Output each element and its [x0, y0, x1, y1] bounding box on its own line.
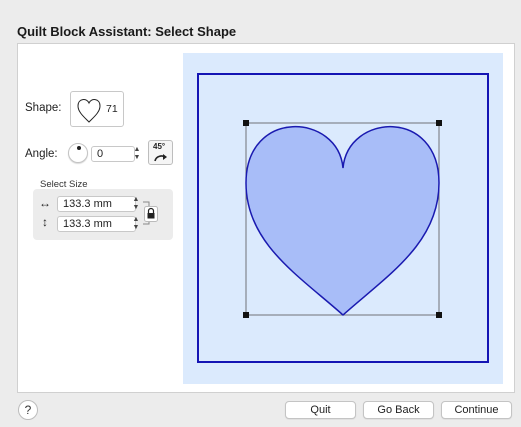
angle-dial[interactable]: [68, 143, 88, 163]
help-button[interactable]: ?: [18, 400, 38, 420]
shape-label: Shape:: [25, 102, 62, 114]
continue-button[interactable]: Continue: [441, 401, 512, 419]
heart-shape: [245, 125, 440, 317]
rotate-45-label: 45°: [153, 142, 166, 151]
angle-input[interactable]: 0: [91, 146, 135, 162]
width-stepper[interactable]: ▲ ▼: [131, 196, 141, 212]
shape-preview-canvas[interactable]: [183, 53, 503, 384]
rotate-arrow-icon: [154, 154, 167, 162]
rotate-45-button[interactable]: 45°: [148, 140, 173, 165]
preview-drawing: [197, 73, 489, 363]
resize-handle-top-right: [436, 120, 442, 126]
resize-handle-bottom-left: [243, 312, 249, 318]
heart-shape-icon: [77, 99, 101, 123]
height-arrow-icon: ↕: [42, 215, 48, 229]
quit-button[interactable]: Quit: [285, 401, 356, 419]
angle-stepper[interactable]: ▲ ▼: [132, 146, 142, 162]
stepper-up-icon[interactable]: ▲: [131, 196, 141, 204]
shape-selector-button[interactable]: 71: [70, 91, 124, 127]
height-stepper[interactable]: ▲ ▼: [131, 216, 141, 232]
options-column: Shape: 71 Angle: 0 ▲ ▼ 45° Select Size ↔…: [18, 44, 178, 392]
resize-handle-top-left: [243, 120, 249, 126]
width-input[interactable]: 133.3 mm: [57, 196, 136, 212]
stepper-down-icon[interactable]: ▼: [131, 204, 141, 212]
stepper-up-icon[interactable]: ▲: [132, 146, 142, 154]
width-arrow-icon: ↔: [39, 196, 51, 210]
lock-icon: [144, 206, 158, 222]
stepper-up-icon[interactable]: ▲: [131, 216, 141, 224]
resize-handle-bottom-right: [436, 312, 442, 318]
height-input[interactable]: 133.3 mm: [57, 216, 136, 232]
stepper-down-icon[interactable]: ▼: [131, 224, 141, 232]
quilt-block-assistant-window: Quilt Block Assistant: Select Shape Shap…: [0, 0, 521, 427]
window-title: Quilt Block Assistant: Select Shape: [17, 24, 237, 39]
stepper-down-icon[interactable]: ▼: [132, 154, 142, 162]
angle-label: Angle:: [25, 148, 58, 160]
lock-aspect-toggle[interactable]: [144, 206, 158, 222]
main-panel: Shape: 71 Angle: 0 ▲ ▼ 45° Select Size ↔…: [17, 43, 515, 393]
go-back-button[interactable]: Go Back: [363, 401, 434, 419]
shape-count: 71: [106, 103, 118, 115]
